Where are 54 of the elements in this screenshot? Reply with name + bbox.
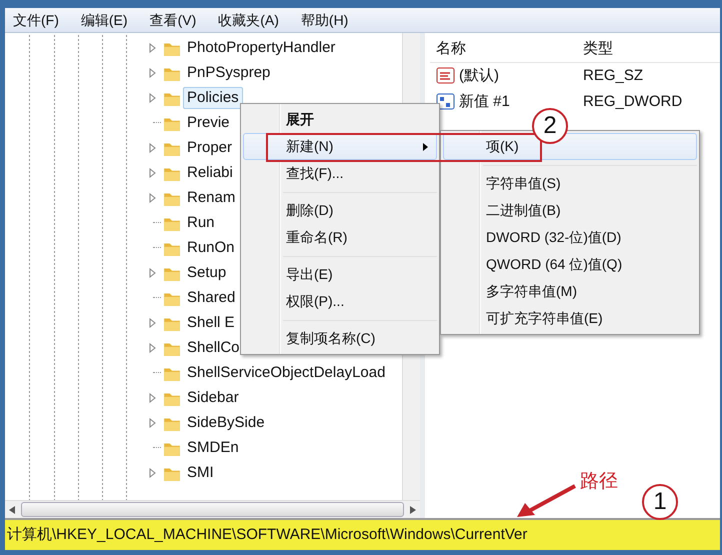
tree-item[interactable]: SideBySide (183, 412, 269, 434)
tree-item[interactable]: PhotoPropertyHandler (183, 36, 340, 58)
tree-item[interactable]: PnPSysprep (183, 62, 274, 84)
value-name[interactable]: (默认) (459, 64, 499, 88)
value-name[interactable]: 新值 #1 (459, 90, 510, 114)
callout-arrow (517, 484, 576, 517)
submenu-arrow-icon (423, 142, 428, 150)
menu-item[interactable]: 文件(F) (13, 10, 59, 30)
menu-item[interactable]: 帮助(H) (300, 10, 348, 30)
menu-item[interactable]: 复制项名称(C) (243, 325, 437, 352)
tree-item[interactable]: Sidebar (183, 386, 243, 408)
tree-item[interactable]: Shared (183, 286, 240, 308)
value-type: REG_SZ (582, 66, 644, 86)
menu-item[interactable]: DWORD (32-位)值(D) (443, 224, 697, 251)
value-type: REG_DWORD (582, 92, 682, 112)
tree-item[interactable]: Proper (183, 136, 236, 158)
column-header[interactable]: 类型 (575, 38, 613, 61)
scroll-thumb[interactable] (21, 502, 404, 517)
menu-item[interactable]: 编辑(E) (80, 10, 128, 30)
scroll-left-icon[interactable] (9, 506, 15, 514)
tree-item[interactable]: ShellServiceObjectDelayLoad (183, 362, 390, 384)
menu-item[interactable]: 展开 (243, 106, 437, 133)
string-value-icon (436, 67, 456, 85)
tree-item[interactable]: ShellCo (183, 336, 244, 358)
tree-item[interactable]: Shell E (183, 312, 239, 334)
menu-item[interactable]: 项(K) (443, 133, 697, 160)
menu-item[interactable]: 新建(N) (243, 133, 437, 160)
menu-item[interactable]: 查看(V) (150, 10, 196, 30)
menu-item[interactable]: 二进制值(B) (443, 197, 697, 224)
tree-item[interactable]: SMI (183, 462, 218, 484)
tree-item[interactable]: SMDEn (183, 436, 243, 458)
binary-value-icon (436, 93, 456, 111)
menu-item[interactable]: 多字符串值(M) (443, 278, 697, 305)
column-header[interactable]: 名称 (430, 38, 575, 61)
tree-item[interactable]: Renam (183, 186, 240, 208)
registry-path: 计算机\HKEY_LOCAL_MACHINE\SOFTWARE\Microsoft\Windows\CurrentVer (7, 524, 528, 545)
tree-item[interactable]: Reliabi (183, 162, 237, 184)
menu-item[interactable]: 查找(F)... (243, 160, 437, 187)
menu-item[interactable]: 重命名(R) (243, 224, 437, 251)
menu-item[interactable]: 收藏夹(A) (218, 10, 279, 30)
menu-item[interactable]: 导出(E) (243, 261, 437, 288)
menu-item[interactable]: 删除(D) (243, 197, 437, 224)
menu-item[interactable]: QWORD (64 位)值(Q) (443, 251, 697, 278)
tree-item[interactable]: Run (183, 212, 219, 234)
horizontal-scrollbar[interactable] (5, 500, 420, 518)
menu-item[interactable]: 字符串值(S) (443, 170, 697, 197)
tree-item[interactable]: Setup (183, 262, 230, 284)
tree-item[interactable]: Previe (183, 112, 234, 134)
tree-item[interactable]: RunOn (183, 236, 239, 258)
menu-item[interactable]: 可扩充字符串值(E) (443, 305, 697, 332)
callout-label: 路径 (580, 470, 618, 494)
tree-item[interactable]: Policies (183, 86, 243, 108)
scroll-right-icon[interactable] (410, 506, 416, 514)
menu-item[interactable]: 权限(P)... (243, 288, 437, 315)
